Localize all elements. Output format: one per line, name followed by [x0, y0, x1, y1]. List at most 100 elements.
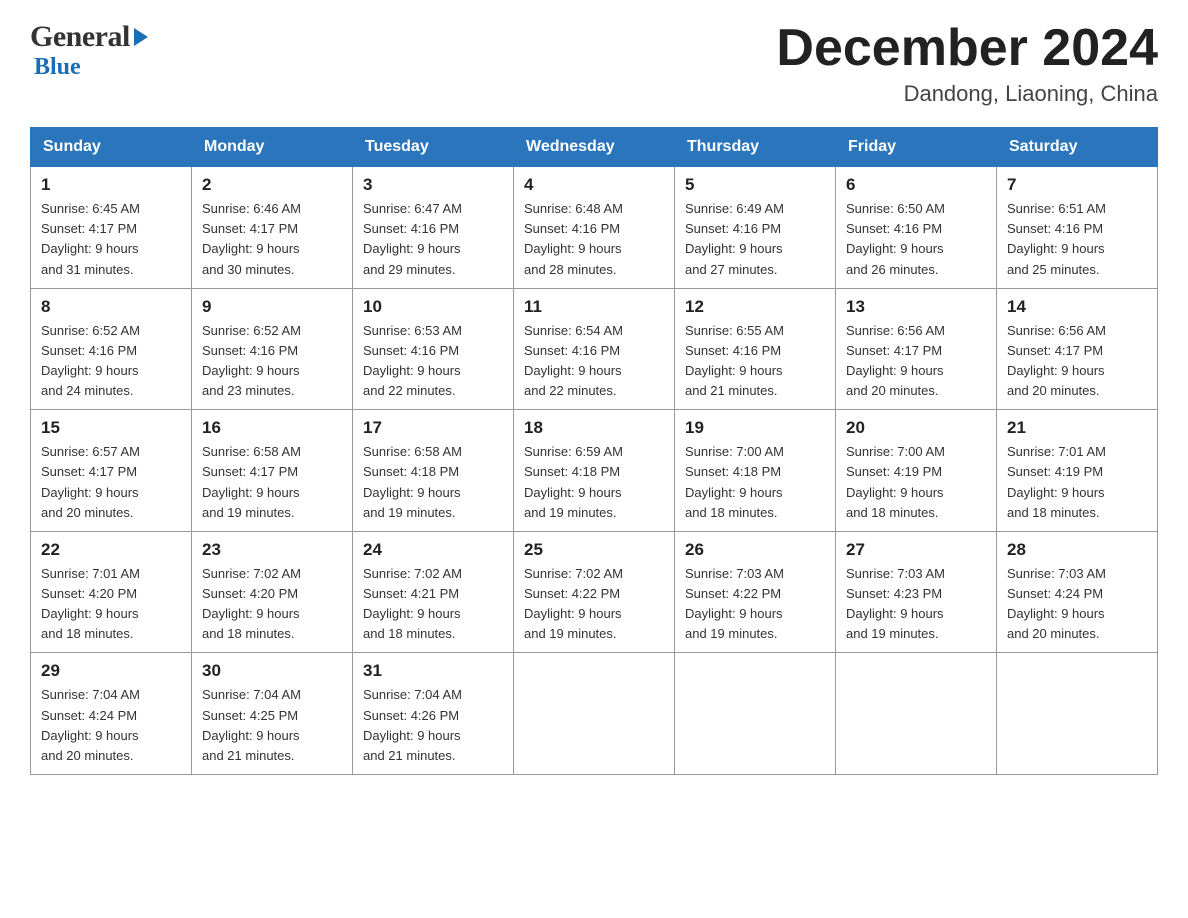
- day-number: 10: [363, 297, 503, 317]
- day-info: Sunrise: 6:46 AMSunset: 4:17 PMDaylight:…: [202, 199, 342, 280]
- day-cell: [514, 653, 675, 775]
- day-cell: 2 Sunrise: 6:46 AMSunset: 4:17 PMDaylight…: [192, 167, 353, 289]
- day-info: Sunrise: 6:57 AMSunset: 4:17 PMDaylight:…: [41, 442, 181, 523]
- day-cell: 1 Sunrise: 6:45 AMSunset: 4:17 PMDaylight…: [31, 167, 192, 289]
- day-cell: 6 Sunrise: 6:50 AMSunset: 4:16 PMDaylight…: [836, 167, 997, 289]
- weekday-header-tuesday: Tuesday: [353, 128, 514, 167]
- day-info: Sunrise: 7:02 AMSunset: 4:22 PMDaylight:…: [524, 564, 664, 645]
- day-number: 5: [685, 175, 825, 195]
- logo-arrow-icon: [134, 28, 148, 46]
- day-info: Sunrise: 6:56 AMSunset: 4:17 PMDaylight:…: [1007, 321, 1147, 402]
- week-row-2: 8Sunrise: 6:52 AMSunset: 4:16 PMDaylight…: [31, 288, 1158, 410]
- weekday-header-friday: Friday: [836, 128, 997, 167]
- day-number: 28: [1007, 540, 1147, 560]
- day-info: Sunrise: 6:51 AMSunset: 4:16 PMDaylight:…: [1007, 199, 1147, 280]
- day-info: Sunrise: 6:58 AMSunset: 4:17 PMDaylight:…: [202, 442, 342, 523]
- day-info: Sunrise: 7:03 AMSunset: 4:23 PMDaylight:…: [846, 564, 986, 645]
- week-row-5: 29Sunrise: 7:04 AMSunset: 4:24 PMDayligh…: [31, 653, 1158, 775]
- day-cell: 13 Sunrise: 6:56 AMSunset: 4:17 PMDayligh…: [836, 288, 997, 410]
- weekday-header-row: SundayMondayTuesdayWednesdayThursdayFrid…: [31, 128, 1158, 167]
- title-area: December 2024 Dandong, Liaoning, China: [776, 20, 1158, 107]
- day-number: 22: [41, 540, 181, 560]
- day-number: 16: [202, 418, 342, 438]
- location-subtitle: Dandong, Liaoning, China: [776, 81, 1158, 107]
- day-info: Sunrise: 6:54 AMSunset: 4:16 PMDaylight:…: [524, 321, 664, 402]
- day-number: 6: [846, 175, 986, 195]
- day-number: 20: [846, 418, 986, 438]
- day-cell: 11 Sunrise: 6:54 AMSunset: 4:16 PMDayligh…: [514, 288, 675, 410]
- day-number: 29: [41, 661, 181, 681]
- day-info: Sunrise: 6:56 AMSunset: 4:17 PMDaylight:…: [846, 321, 986, 402]
- day-info: Sunrise: 7:01 AMSunset: 4:20 PMDaylight:…: [41, 564, 181, 645]
- day-cell: 26Sunrise: 7:03 AMSunset: 4:22 PMDayligh…: [675, 531, 836, 653]
- day-info: Sunrise: 6:55 AMSunset: 4:16 PMDaylight:…: [685, 321, 825, 402]
- day-cell: 9Sunrise: 6:52 AMSunset: 4:16 PMDaylight…: [192, 288, 353, 410]
- day-number: 30: [202, 661, 342, 681]
- day-cell: 20 Sunrise: 7:00 AMSunset: 4:19 PMDayligh…: [836, 410, 997, 532]
- day-cell: 3 Sunrise: 6:47 AMSunset: 4:16 PMDaylight…: [353, 167, 514, 289]
- day-number: 18: [524, 418, 664, 438]
- day-info: Sunrise: 7:01 AMSunset: 4:19 PMDaylight:…: [1007, 442, 1147, 523]
- day-number: 13: [846, 297, 986, 317]
- day-cell: [836, 653, 997, 775]
- day-info: Sunrise: 6:47 AMSunset: 4:16 PMDaylight:…: [363, 199, 503, 280]
- day-number: 27: [846, 540, 986, 560]
- week-row-1: 1 Sunrise: 6:45 AMSunset: 4:17 PMDaylight…: [31, 167, 1158, 289]
- day-cell: 14 Sunrise: 6:56 AMSunset: 4:17 PMDayligh…: [997, 288, 1158, 410]
- day-cell: 4 Sunrise: 6:48 AMSunset: 4:16 PMDaylight…: [514, 167, 675, 289]
- day-info: Sunrise: 6:50 AMSunset: 4:16 PMDaylight:…: [846, 199, 986, 280]
- day-info: Sunrise: 6:59 AMSunset: 4:18 PMDaylight:…: [524, 442, 664, 523]
- logo-general-text: General: [30, 20, 130, 54]
- day-number: 4: [524, 175, 664, 195]
- day-info: Sunrise: 7:00 AMSunset: 4:19 PMDaylight:…: [846, 442, 986, 523]
- day-info: Sunrise: 6:48 AMSunset: 4:16 PMDaylight:…: [524, 199, 664, 280]
- day-cell: [675, 653, 836, 775]
- day-cell: 10 Sunrise: 6:53 AMSunset: 4:16 PMDayligh…: [353, 288, 514, 410]
- day-number: 25: [524, 540, 664, 560]
- day-number: 19: [685, 418, 825, 438]
- day-number: 24: [363, 540, 503, 560]
- day-number: 11: [524, 297, 664, 317]
- day-info: Sunrise: 6:45 AMSunset: 4:17 PMDaylight:…: [41, 199, 181, 280]
- day-cell: 25 Sunrise: 7:02 AMSunset: 4:22 PMDayligh…: [514, 531, 675, 653]
- weekday-header-sunday: Sunday: [31, 128, 192, 167]
- day-number: 15: [41, 418, 181, 438]
- day-info: Sunrise: 7:02 AMSunset: 4:21 PMDaylight:…: [363, 564, 503, 645]
- day-number: 14: [1007, 297, 1147, 317]
- day-number: 9: [202, 297, 342, 317]
- day-number: 3: [363, 175, 503, 195]
- day-cell: 29Sunrise: 7:04 AMSunset: 4:24 PMDayligh…: [31, 653, 192, 775]
- day-number: 1: [41, 175, 181, 195]
- day-cell: 18 Sunrise: 6:59 AMSunset: 4:18 PMDayligh…: [514, 410, 675, 532]
- day-info: Sunrise: 7:00 AMSunset: 4:18 PMDaylight:…: [685, 442, 825, 523]
- day-number: 12: [685, 297, 825, 317]
- day-cell: 8Sunrise: 6:52 AMSunset: 4:16 PMDaylight…: [31, 288, 192, 410]
- day-info: Sunrise: 7:03 AMSunset: 4:22 PMDaylight:…: [685, 564, 825, 645]
- day-number: 2: [202, 175, 342, 195]
- day-info: Sunrise: 6:52 AMSunset: 4:16 PMDaylight:…: [41, 321, 181, 402]
- week-row-3: 15 Sunrise: 6:57 AMSunset: 4:17 PMDayligh…: [31, 410, 1158, 532]
- page-header: General Blue December 2024 Dandong, Liao…: [30, 20, 1158, 107]
- day-cell: 24 Sunrise: 7:02 AMSunset: 4:21 PMDayligh…: [353, 531, 514, 653]
- day-cell: 5Sunrise: 6:49 AMSunset: 4:16 PMDaylight…: [675, 167, 836, 289]
- day-info: Sunrise: 6:53 AMSunset: 4:16 PMDaylight:…: [363, 321, 503, 402]
- day-cell: [997, 653, 1158, 775]
- week-row-4: 22 Sunrise: 7:01 AMSunset: 4:20 PMDayligh…: [31, 531, 1158, 653]
- weekday-header-wednesday: Wednesday: [514, 128, 675, 167]
- logo-blue-text: Blue: [34, 54, 81, 81]
- day-cell: 27 Sunrise: 7:03 AMSunset: 4:23 PMDayligh…: [836, 531, 997, 653]
- day-cell: 23Sunrise: 7:02 AMSunset: 4:20 PMDayligh…: [192, 531, 353, 653]
- day-info: Sunrise: 7:04 AMSunset: 4:25 PMDaylight:…: [202, 685, 342, 766]
- day-cell: 7Sunrise: 6:51 AMSunset: 4:16 PMDaylight…: [997, 167, 1158, 289]
- day-cell: 17Sunrise: 6:58 AMSunset: 4:18 PMDayligh…: [353, 410, 514, 532]
- day-cell: 15 Sunrise: 6:57 AMSunset: 4:17 PMDayligh…: [31, 410, 192, 532]
- day-cell: 12 Sunrise: 6:55 AMSunset: 4:16 PMDayligh…: [675, 288, 836, 410]
- logo: General Blue: [30, 20, 148, 81]
- calendar-table: SundayMondayTuesdayWednesdayThursdayFrid…: [30, 127, 1158, 775]
- day-number: 17: [363, 418, 503, 438]
- weekday-header-saturday: Saturday: [997, 128, 1158, 167]
- day-number: 31: [363, 661, 503, 681]
- day-cell: 31Sunrise: 7:04 AMSunset: 4:26 PMDayligh…: [353, 653, 514, 775]
- day-cell: 28Sunrise: 7:03 AMSunset: 4:24 PMDayligh…: [997, 531, 1158, 653]
- day-info: Sunrise: 7:02 AMSunset: 4:20 PMDaylight:…: [202, 564, 342, 645]
